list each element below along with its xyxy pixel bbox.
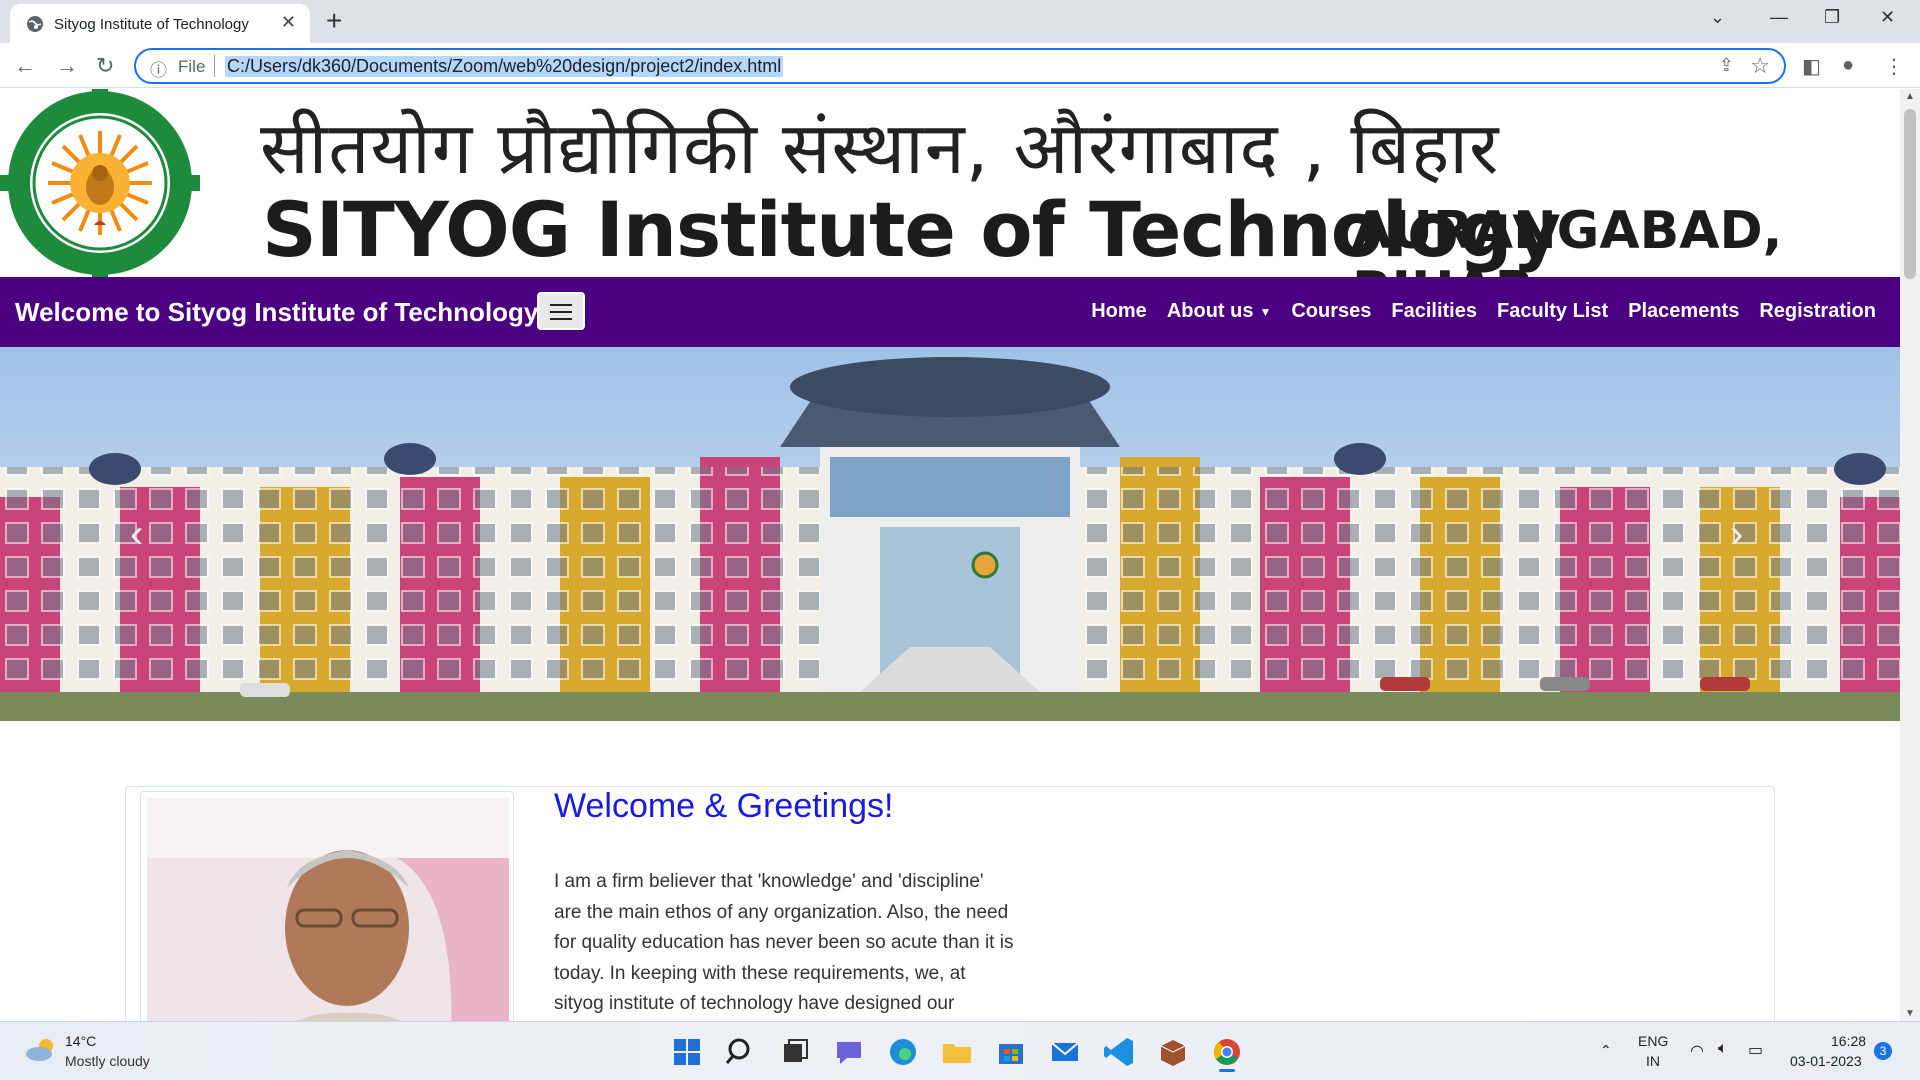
tray-overflow-icon[interactable]: ⌃ <box>1600 1042 1612 1059</box>
carousel-next-icon[interactable]: › <box>1730 512 1743 557</box>
address-bar[interactable]: ⓘ File C:/Users/dk360/Documents/Zoom/web… <box>134 48 1786 84</box>
scroll-up-icon[interactable]: ▲ <box>1905 91 1915 102</box>
edge-browser-icon[interactable] <box>883 1032 923 1072</box>
menu-kebab-icon[interactable]: ⋮ <box>1884 54 1904 79</box>
tab-title: Sityog Institute of Technology <box>54 16 249 33</box>
dropdown-caret-icon: ▼ <box>1259 304 1272 319</box>
browser-toolbar: ← → ↻ ⓘ File C:/Users/dk360/Documents/Zo… <box>0 43 1920 88</box>
profile-avatar-icon[interactable]: ● <box>1842 54 1854 77</box>
carousel-prev-icon[interactable]: ‹ <box>130 512 143 557</box>
header-banner: सीतयोग प्रौद्योगिकी संस्थान, औरंगाबाद , … <box>0 89 1900 321</box>
campus-building-image <box>0 347 1900 721</box>
new-tab-button[interactable]: + <box>326 5 342 37</box>
forward-icon[interactable]: → <box>56 53 78 79</box>
globe-icon <box>27 16 43 32</box>
package-app-icon[interactable] <box>1153 1032 1193 1072</box>
scheme-label: File <box>178 57 206 76</box>
url-text[interactable]: C:/Users/dk360/Documents/Zoom/web%20desi… <box>225 56 784 77</box>
page-viewport: सीतयोग प्रौद्योगिकी संस्थान, औरंगाबाद , … <box>0 89 1900 1021</box>
close-window-button[interactable]: ✕ <box>1880 7 1895 28</box>
browser-tab-strip: Sityog Institute of Technology ✕ + ⌄ — ❐… <box>0 0 1920 43</box>
mail-icon[interactable] <box>1045 1032 1085 1072</box>
welcome-line: today. In keeping with these requirement… <box>554 962 966 984</box>
scroll-down-icon[interactable]: ▼ <box>1905 1008 1915 1019</box>
file-explorer-icon[interactable] <box>937 1032 977 1072</box>
divider <box>214 55 215 77</box>
director-photo-frame <box>140 791 514 1021</box>
weather-description[interactable]: Mostly cloudy <box>65 1053 150 1069</box>
cloudy-weather-icon[interactable] <box>24 1036 58 1062</box>
nav-home[interactable]: Home <box>1091 300 1147 323</box>
welcome-paragraph: I am a firm believer that 'knowledge' an… <box>554 867 1054 1020</box>
tab-search-icon[interactable]: ⌄ <box>1710 7 1725 28</box>
windows-taskbar: 14°C Mostly cloudy ⌃ ENG IN ◠ 🔈︎ ▭ 16:28… <box>0 1021 1920 1080</box>
welcome-line: I am a firm believer that 'knowledge' an… <box>554 871 984 892</box>
welcome-heading: Welcome & Greetings! <box>554 787 894 825</box>
hamburger-menu-icon[interactable] <box>537 292 585 330</box>
nav-facilities[interactable]: Facilities <box>1391 300 1477 323</box>
side-panel-icon[interactable]: ◧ <box>1802 54 1821 79</box>
nav-courses[interactable]: Courses <box>1291 300 1371 323</box>
reload-icon[interactable]: ↻ <box>96 53 114 79</box>
clock-date[interactable]: 03-01-2023 <box>1790 1053 1862 1069</box>
language-code[interactable]: ENG <box>1638 1033 1668 1049</box>
minimize-button[interactable]: — <box>1770 7 1788 28</box>
microsoft-store-icon[interactable] <box>991 1032 1031 1072</box>
chrome-icon[interactable] <box>1207 1032 1247 1072</box>
director-photo <box>147 798 509 1021</box>
restore-button[interactable]: ❐ <box>1824 7 1840 28</box>
nav-registration[interactable]: Registration <box>1759 300 1876 323</box>
info-icon[interactable]: ⓘ <box>150 56 167 81</box>
nav-placements[interactable]: Placements <box>1628 300 1739 323</box>
back-icon[interactable]: ← <box>14 53 36 79</box>
nav-links: Home About us ▼ Courses Facilities Facult… <box>1091 300 1876 323</box>
windows-start-icon[interactable] <box>667 1032 707 1072</box>
navbar-brand[interactable]: Welcome to Sityog Institute of Technolog… <box>15 297 538 328</box>
page-scrollbar[interactable]: ▲ ▼ <box>1900 89 1920 1021</box>
main-navbar: Welcome to Sityog Institute of Technolog… <box>0 277 1900 347</box>
battery-icon[interactable]: ▭ <box>1748 1040 1763 1060</box>
clock-time[interactable]: 16:28 <box>1831 1033 1866 1049</box>
nav-about-us-label: About us <box>1166 300 1254 322</box>
campus-carousel: ‹ › <box>0 347 1900 721</box>
welcome-line: are the main ethos of any organization. … <box>554 901 1009 923</box>
bookmark-star-icon[interactable]: ☆ <box>1750 53 1770 79</box>
task-view-icon[interactable] <box>775 1032 815 1072</box>
scrollbar-thumb[interactable] <box>1904 109 1916 279</box>
hindi-title: सीतयोग प्रौद्योगिकी संस्थान, औरंगाबाद , … <box>260 106 1500 190</box>
language-region[interactable]: IN <box>1646 1053 1660 1069</box>
welcome-line: sityog institute of technology have desi… <box>554 993 955 1014</box>
welcome-card: Welcome & Greetings! I am a firm believe… <box>125 786 1775 1021</box>
welcome-line: for quality education has never been so … <box>554 932 1014 953</box>
search-icon[interactable] <box>721 1032 761 1072</box>
nav-faculty-list[interactable]: Faculty List <box>1497 300 1608 323</box>
share-icon[interactable]: ⇪ <box>1719 55 1734 76</box>
weather-temperature[interactable]: 14°C <box>65 1033 96 1049</box>
wifi-icon[interactable]: ◠ <box>1690 1041 1704 1061</box>
tab-close-icon[interactable]: ✕ <box>281 12 296 33</box>
chat-icon[interactable] <box>829 1032 869 1072</box>
browser-tab[interactable]: Sityog Institute of Technology ✕ <box>10 4 310 43</box>
vscode-icon[interactable] <box>1099 1032 1139 1072</box>
institute-logo <box>0 89 200 277</box>
nav-about-us[interactable]: About us ▼ <box>1167 300 1272 323</box>
volume-icon[interactable]: 🔈︎ <box>1718 1040 1728 1058</box>
notification-badge[interactable]: 3 <box>1874 1042 1892 1060</box>
